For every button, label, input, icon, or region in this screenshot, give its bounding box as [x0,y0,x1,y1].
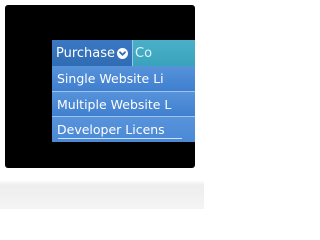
submenu-item-multiple-website[interactable]: Multiple Website L [52,92,195,117]
menu-bar: Purchase Co [52,40,195,66]
submenu-bottom-line [58,138,182,139]
submenu-item-label: Developer Licens [57,122,165,137]
purchase-submenu: Single Website Li Multiple Website L Dev… [52,66,195,142]
submenu-item-label: Multiple Website L [57,97,172,112]
menu-item-next-label: Co [135,45,153,61]
chevron-down-icon [117,48,128,59]
demo-stage: Purchase Co Single Website Li Multiple W… [0,0,204,209]
menu-demo-frame: Purchase Co Single Website Li Multiple W… [5,5,195,168]
submenu-item-single-website[interactable]: Single Website Li [52,66,195,91]
submenu-item-label: Single Website Li [57,71,164,86]
menu-item-purchase[interactable]: Purchase [52,40,133,66]
menu-item-next[interactable]: Co [133,40,195,66]
menu-item-purchase-label: Purchase [56,45,116,61]
